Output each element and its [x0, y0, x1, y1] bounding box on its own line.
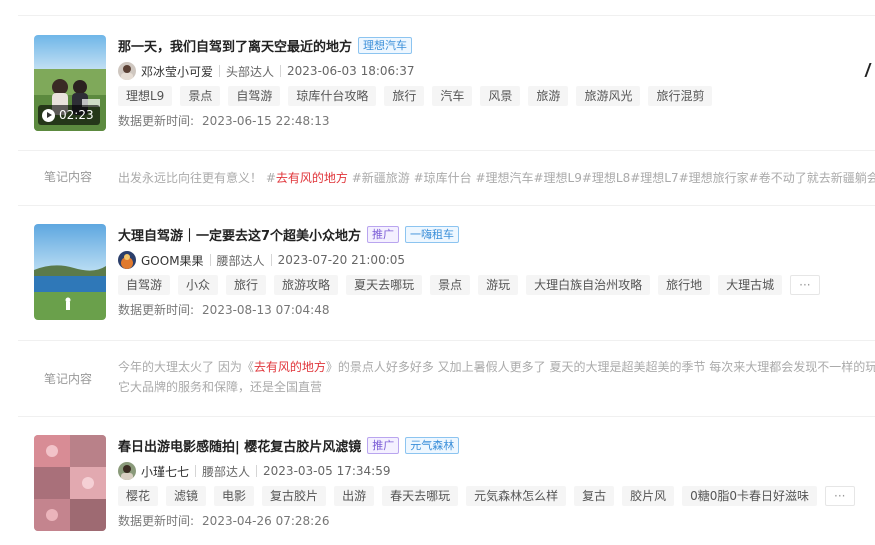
- note-title[interactable]: 春日出游电影感随拍| 樱花复古胶片风滤镜: [118, 436, 361, 455]
- topic-chip[interactable]: 理想L9: [118, 86, 173, 106]
- author-level: 头部达人: [226, 64, 275, 79]
- publish-time: 2023-06-03 18:06:37: [287, 64, 415, 78]
- note-title[interactable]: 那一天，我们自驾到了离天空最近的地方: [118, 36, 352, 55]
- topic-chip[interactable]: 春天去哪玩: [382, 486, 459, 506]
- divider: [270, 254, 272, 266]
- topic-tags: 理想L9 景点 自驾游 琼库什台攻略 旅行 汽车 风景 旅游 旅游风光 旅行混剪: [118, 86, 875, 106]
- topic-chip[interactable]: 景点: [430, 275, 471, 295]
- author-name[interactable]: 小瑾七七: [141, 463, 189, 480]
- topic-tags: 自驾游 小众 旅行 旅游攻略 夏天去哪玩 景点 游玩 大理白族自治州攻略 旅行地…: [118, 275, 875, 295]
- topic-chip[interactable]: 滤镜: [166, 486, 207, 506]
- divider: [219, 65, 221, 77]
- topic-chip[interactable]: 0糖0脂0卡春日好滋味: [682, 486, 818, 506]
- topic-chip[interactable]: 小众: [178, 275, 219, 295]
- note-content-text: 今年的大理太火了 因为《去有风的地方》的景点人好多好多 又加上暑假人更多了 夏天…: [118, 360, 875, 394]
- author-name[interactable]: GOOM果果: [141, 252, 204, 269]
- note-content-row: 笔记内容 今年的大理太火了 因为《去有风的地方》的景点人好多好多 又加上暑假人更…: [18, 357, 875, 401]
- topic-chip[interactable]: 琼库什台攻略: [288, 86, 377, 106]
- topic-chip[interactable]: 旅游: [528, 86, 569, 106]
- topic-chip[interactable]: 旅行: [384, 86, 425, 106]
- note-thumbnail[interactable]: [34, 435, 106, 531]
- more-tags-button[interactable]: ···: [825, 486, 855, 506]
- author-level: 腰部达人: [202, 464, 251, 479]
- topic-chip[interactable]: 汽车: [432, 86, 473, 106]
- topic-chip[interactable]: 樱花: [118, 486, 159, 506]
- note-entry-1[interactable]: 02:23 那一天，我们自驾到了离天空最近的地方 理想汽车 邓冰莹小可爱 头部达…: [34, 35, 875, 135]
- note-title[interactable]: 大理自驾游｜一定要去这7个超美小众地方: [118, 225, 361, 244]
- note-entry-2[interactable]: 大理自驾游｜一定要去这7个超美小众地方 推广 一嗨租车 GOOM果果 腰部达人 …: [34, 224, 875, 324]
- video-thumbnail[interactable]: 02:23: [34, 35, 106, 131]
- data-updated: 数据更新时间: 2023-08-13 07:04:48: [118, 303, 330, 317]
- avatar[interactable]: [118, 251, 136, 269]
- topic-chip[interactable]: 自驾游: [118, 275, 171, 295]
- section-divider: [18, 205, 875, 206]
- topic-chip[interactable]: 元気森林怎么样: [466, 486, 567, 506]
- topic-chip[interactable]: 风景: [480, 86, 521, 106]
- topic-chip[interactable]: 旅行混剪: [648, 86, 713, 106]
- topic-chip[interactable]: 景点: [180, 86, 221, 106]
- topic-chip[interactable]: 电影: [214, 486, 255, 506]
- divider: [280, 65, 282, 77]
- topic-chip[interactable]: 旅游攻略: [274, 275, 339, 295]
- note-content-label: 笔记内容: [43, 372, 92, 386]
- top-divider: [18, 15, 875, 16]
- note-thumbnail[interactable]: [34, 224, 106, 320]
- publish-time: 2023-07-20 21:00:05: [277, 253, 406, 267]
- topic-chip[interactable]: 复古: [574, 486, 615, 506]
- promotion-tag: 推广: [367, 436, 400, 454]
- promotion-tag: 推广: [367, 225, 400, 243]
- author-level: 腰部达人: [216, 253, 265, 268]
- data-updated: 数据更新时间: 2023-06-15 22:48:13: [118, 114, 330, 128]
- more-tags-button[interactable]: ···: [790, 275, 820, 295]
- topic-chip[interactable]: 复古胶片: [262, 486, 327, 506]
- topic-chip[interactable]: 大理白族自治州攻略: [526, 275, 651, 295]
- avatar[interactable]: [118, 62, 136, 80]
- topic-chip[interactable]: 自驾游: [228, 86, 281, 106]
- data-updated: 数据更新时间: 2023-04-26 07:28:26: [118, 514, 330, 528]
- play-icon: [42, 108, 55, 122]
- note-entry-3[interactable]: 春日出游电影感随拍| 樱花复古胶片风滤镜 推广 元气森林 小瑾七七 腰部达人 2…: [34, 435, 875, 535]
- topic-chip[interactable]: 出游: [334, 486, 375, 506]
- avatar[interactable]: [118, 462, 136, 480]
- highlight-keyword: 去有风的地方: [253, 360, 326, 374]
- topic-chip[interactable]: 胶片风: [622, 486, 675, 506]
- topic-chip[interactable]: 旅行: [226, 275, 267, 295]
- video-duration: 02:23: [38, 105, 100, 125]
- topic-chip[interactable]: 旅行地: [658, 275, 711, 295]
- publish-time: 2023-03-05 17:34:59: [263, 464, 391, 478]
- topic-chip[interactable]: 大理古城: [718, 275, 783, 295]
- section-divider: [18, 340, 875, 341]
- author-name[interactable]: 邓冰莹小可爱: [141, 63, 213, 80]
- topic-chip[interactable]: 旅游风光: [576, 86, 641, 106]
- topic-tags: 樱花 滤镜 电影 复古胶片 出游 春天去哪玩 元気森林怎么样 复古 胶片风 0糖…: [118, 486, 875, 506]
- section-divider: [18, 150, 875, 151]
- divider: [195, 465, 197, 477]
- topic-chip[interactable]: 游玩: [478, 275, 519, 295]
- brand-tag: 一嗨租车: [405, 225, 460, 243]
- note-content-label: 笔记内容: [43, 170, 92, 184]
- divider: [209, 254, 211, 266]
- brand-tag: 理想汽车: [358, 36, 413, 54]
- topic-chip[interactable]: 夏天去哪玩: [346, 275, 423, 295]
- note-content-text: 出发永远比向往更有意义！ #去有风的地方 #新疆旅游 #琼库什台 #理想汽车#理…: [118, 171, 875, 185]
- section-divider: [18, 416, 875, 417]
- highlight-keyword: 去有风的地方: [275, 171, 348, 185]
- divider: [256, 465, 258, 477]
- brand-tag: 元气森林: [405, 436, 460, 454]
- note-content-row: 笔记内容 出发永远比向往更有意义！ #去有风的地方 #新疆旅游 #琼库什台 #理…: [18, 168, 875, 188]
